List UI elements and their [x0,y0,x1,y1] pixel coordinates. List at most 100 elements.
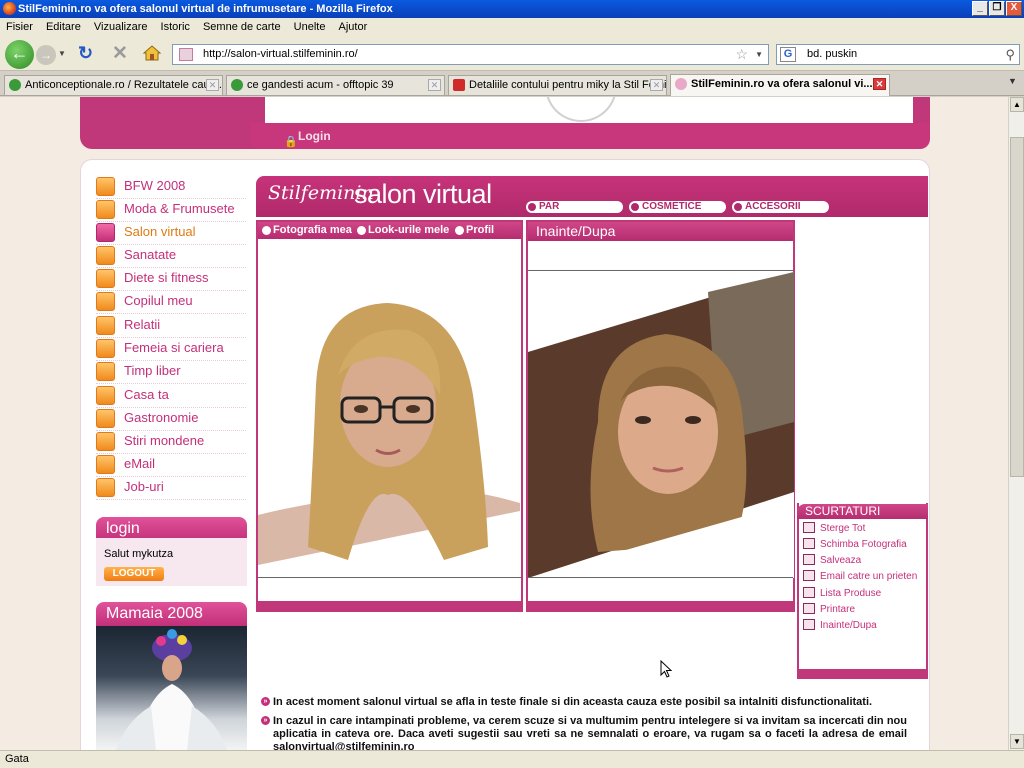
notice-text: In cazul in care intampinati probleme, v… [273,715,907,750]
compare-icon [803,619,815,630]
nav-item-casa-ta[interactable]: Casa ta [96,386,246,408]
shortcut-label: Salveaza [820,555,862,566]
tab-profil[interactable]: Profil [454,223,494,237]
house-icon [96,386,115,405]
close-tab-icon[interactable]: ✕ [650,79,663,91]
nav-item-bfw-2008[interactable]: BFW 2008 [96,177,246,199]
nav-label: Timp liber [124,363,181,378]
nav-item-moda-frumusete[interactable]: Moda & Frumusete [96,200,246,222]
scroll-down-icon[interactable]: ▼ [1010,734,1024,749]
nav-label: BFW 2008 [124,178,186,193]
tab-fotografia-mea[interactable]: Fotografia mea [261,223,352,237]
shortcut-salveaza[interactable]: Salveaza [803,554,861,566]
header-login-link[interactable]: Login [298,129,331,143]
scroll-thumb[interactable] [1010,137,1024,477]
nav-item-gastronomie[interactable]: Gastronomie [96,409,246,431]
menu-fisier[interactable]: Fisier [6,18,33,37]
shortcut-label: Schimba Fotografia [820,539,907,550]
nav-item-copilul-meu[interactable]: Copilul meu [96,292,246,314]
envelope-icon [803,570,815,581]
close-tab-icon[interactable]: ✕ [206,79,219,91]
page-viewport: 🔒 Login BFW 2008 Moda & Frumusete Salon … [0,97,1008,750]
nav-item-sanatate[interactable]: Sanatate [96,246,246,268]
eye-icon [96,223,115,242]
search-box[interactable]: G bd. puskin ⚲ [776,44,1020,65]
vertical-scrollbar[interactable]: ▲ ▼ [1008,97,1024,750]
restore-button[interactable]: ❐ [989,1,1005,16]
nav-label: Salon virtual [124,224,196,239]
history-dropdown-icon[interactable]: ▼ [58,49,66,58]
nav-item-email[interactable]: eMail [96,455,246,477]
nav-item-timp-liber[interactable]: Timp liber [96,362,246,384]
reload-icon[interactable]: ↻ [78,43,93,64]
tab-accesorii[interactable]: ACCESORII [732,201,829,213]
address-bar[interactable]: http://salon-virtual.stilfeminin.ro/ ☆ ▼ [172,44,769,65]
search-icon[interactable]: ⚲ [1005,45,1015,64]
tab-stilfeminin[interactable]: StilFeminin.ro va ofera salonul vi... ✕ [670,74,890,96]
nav-label: Diete si fitness [124,270,209,285]
menu-editare[interactable]: Editare [46,18,81,37]
shortcut-lista-produse[interactable]: Lista Produse [803,587,881,599]
shortcut-sterge-tot[interactable]: Sterge Tot [803,522,865,534]
menu-semne-de-carte[interactable]: Semne de carte [203,18,281,37]
tab-detaliile-contului[interactable]: Detaliile contului pentru miky la Stil F… [448,75,667,95]
shortcut-email-prieten[interactable]: Email catre un prieten [803,570,917,582]
shortcut-inainte-dupa[interactable]: Inainte/Dupa [803,619,877,631]
menu-istoric[interactable]: Istoric [161,18,190,37]
tab-label: Profil [466,224,495,236]
nav-item-stiri-mondene[interactable]: Stiri mondene [96,432,246,454]
tab-bullet-icon [262,226,271,235]
close-tab-icon[interactable]: ✕ [873,78,886,90]
notice-problems: » In cazul in care intampinati probleme, … [261,715,907,750]
tab-par[interactable]: PAR [526,201,623,213]
url-dropdown-icon[interactable]: ▼ [755,45,763,64]
tab-label: Look-urile mele [368,224,450,236]
mamaia-photo[interactable] [96,626,247,750]
home-icon[interactable] [142,43,162,63]
close-tab-icon[interactable]: ✕ [428,79,441,91]
tab-bullet-icon [631,203,639,211]
edited-photo[interactable] [258,285,520,565]
shortcut-label: Sterge Tot [820,523,866,534]
close-window-button[interactable]: X [1006,1,1022,16]
shortcut-printare[interactable]: Printare [803,603,855,615]
tab-bullet-icon [734,203,742,211]
minimize-button[interactable]: _ [972,1,988,16]
nav-item-diete-fitness[interactable]: Diete si fitness [96,269,246,291]
menu-unelte[interactable]: Unelte [294,18,326,37]
tab-offtopic[interactable]: ce gandesti acum - offtopic 39 ✕ [226,75,445,95]
camera-icon [803,538,815,549]
tab-look-urile-mele[interactable]: Look-urile mele [356,223,449,237]
nav-item-job-uri[interactable]: Job-uri [96,478,246,500]
back-button[interactable]: ← [5,40,34,69]
google-icon[interactable]: G [780,47,796,62]
list-icon [803,587,815,598]
nav-item-salon-virtual[interactable]: Salon virtual [96,223,246,245]
tab-label: COSMETICE [642,201,702,212]
shortcut-schimba-fotografia[interactable]: Schimba Fotografia [803,538,907,550]
nav-item-relatii[interactable]: Relatii [96,316,246,338]
printer-icon [803,603,815,614]
nav-label: Copilul meu [124,293,193,308]
tab-list-dropdown-icon[interactable]: ▼ [1008,76,1017,86]
menu-vizualizare[interactable]: Vizualizare [94,18,148,37]
logout-button[interactable]: LOGOUT [104,567,164,581]
tab-anticonceptionale[interactable]: Anticonceptionale.ro / Rezultatele caut.… [4,75,223,95]
tab-favicon [675,78,687,90]
nav-item-femeia-cariera[interactable]: Femeia si cariera [96,339,246,361]
bookmark-star-icon[interactable]: ☆ [735,45,748,64]
nav-label: eMail [124,456,156,471]
forward-button[interactable]: → [36,45,56,65]
firefox-icon [3,2,16,15]
runway-icon [96,177,115,196]
tab-cosmetice[interactable]: COSMETICE [629,201,726,213]
my-photo-panel-tabs: Fotografia mea Look-urile mele Profil [258,222,521,239]
scroll-up-icon[interactable]: ▲ [1010,97,1024,112]
original-photo[interactable] [528,272,794,578]
menu-ajutor[interactable]: Ajutor [339,18,368,37]
health-icon [96,246,115,265]
stop-icon[interactable]: ✕ [112,42,128,65]
status-text: Gata [5,753,29,765]
mouse-cursor-icon [660,659,673,678]
job-icon [96,478,115,497]
